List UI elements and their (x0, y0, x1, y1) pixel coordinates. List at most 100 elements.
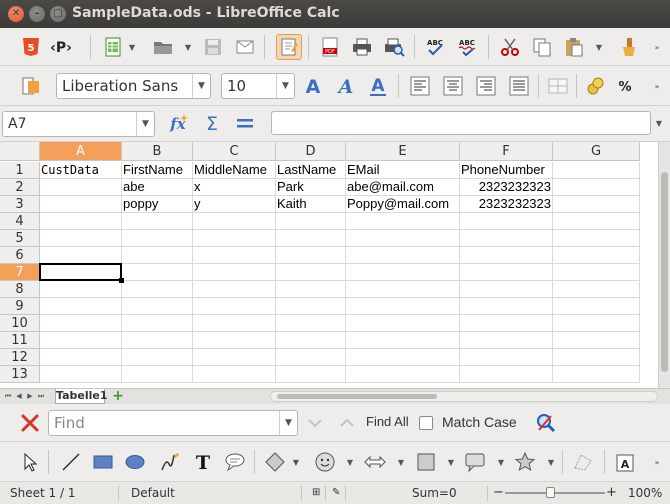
sheet-tab[interactable]: Tabelle1 (55, 389, 108, 404)
cell-a8[interactable] (40, 281, 122, 298)
row-header-10[interactable]: 10 (0, 315, 40, 332)
cell-g8[interactable] (553, 281, 640, 298)
cell-e2[interactable]: abe@mail.com (346, 179, 460, 196)
close-window-button[interactable]: ✕ (8, 6, 24, 22)
cell-c8[interactable] (193, 281, 276, 298)
cell-b6[interactable] (122, 247, 193, 264)
callouts-icon[interactable] (462, 449, 488, 475)
row-header-6[interactable]: 6 (0, 247, 40, 264)
cell-e11[interactable] (346, 332, 460, 349)
cell-b3[interactable]: poppy (122, 196, 193, 213)
cell-g3[interactable] (553, 196, 640, 213)
cell-b11[interactable] (122, 332, 193, 349)
column-header-d[interactable]: D (276, 142, 346, 161)
column-header-a[interactable]: A (40, 142, 122, 161)
cell-a4[interactable] (40, 213, 122, 230)
cell-g13[interactable] (553, 366, 640, 383)
cell-a10[interactable] (40, 315, 122, 332)
chevron-down-icon[interactable]: ▼ (276, 74, 294, 98)
row-header-5[interactable]: 5 (0, 230, 40, 247)
column-header-c[interactable]: C (193, 142, 276, 161)
column-header-b[interactable]: B (122, 142, 193, 161)
cell-b12[interactable] (122, 349, 193, 366)
cell-b13[interactable] (122, 366, 193, 383)
minimize-window-button[interactable]: – (29, 6, 45, 22)
cell-f4[interactable] (460, 213, 553, 230)
cell-a3[interactable] (40, 196, 122, 213)
cell-g6[interactable] (553, 247, 640, 264)
cell-d9[interactable] (276, 298, 346, 315)
cell-d11[interactable] (276, 332, 346, 349)
flowchart-dropdown[interactable]: ▼ (446, 449, 456, 475)
close-find-icon[interactable] (17, 410, 43, 436)
maximize-window-button[interactable]: □ (50, 6, 66, 22)
add-sheet-icon[interactable]: + (108, 389, 128, 403)
cell-a5[interactable] (40, 230, 122, 247)
align-left-icon[interactable] (407, 73, 433, 99)
zoom-slider-handle[interactable] (546, 487, 555, 498)
cell-c12[interactable] (193, 349, 276, 366)
stars-dropdown[interactable]: ▼ (546, 449, 556, 475)
open-folder-icon[interactable] (150, 34, 176, 60)
cell-d7[interactable] (276, 264, 346, 281)
merge-cells-icon[interactable] (545, 73, 571, 99)
cell-c10[interactable] (193, 315, 276, 332)
cell-b7[interactable] (122, 264, 193, 281)
cell-g10[interactable] (553, 315, 640, 332)
vertical-scroll-thumb[interactable] (661, 172, 668, 372)
font-name-combobox[interactable]: Liberation Sans ▼ (56, 73, 211, 99)
ellipse-tool-icon[interactable] (122, 449, 148, 475)
cell-e4[interactable] (346, 213, 460, 230)
row-header-1[interactable]: 1 (0, 162, 40, 179)
cell-e9[interactable] (346, 298, 460, 315)
cell-b5[interactable] (122, 230, 193, 247)
last-sheet-button[interactable]: ⏭ (36, 391, 46, 402)
cell-c1[interactable]: MiddleName (193, 162, 276, 179)
cell-a9[interactable] (40, 298, 122, 315)
underline-icon[interactable]: A (365, 73, 391, 99)
cell-a12[interactable] (40, 349, 122, 366)
cell-a2[interactable] (40, 179, 122, 196)
cell-e3[interactable]: Poppy@mail.com (346, 196, 460, 213)
cell-a11[interactable] (40, 332, 122, 349)
points-icon[interactable] (570, 449, 596, 475)
function-wizard-icon[interactable]: fx (166, 110, 192, 136)
fontwork-icon[interactable]: A (612, 449, 638, 475)
sum-icon[interactable]: Σ (199, 110, 225, 136)
previous-sheet-button[interactable]: ◀ (14, 391, 24, 402)
toolbar-overflow[interactable]: » (652, 73, 662, 99)
find-all-button[interactable]: Find All (366, 409, 409, 435)
text-tool-icon[interactable]: T (190, 449, 216, 475)
row-header-13[interactable]: 13 (0, 366, 40, 383)
cell-b2[interactable]: abe (122, 179, 193, 196)
bold-icon[interactable]: A (300, 73, 326, 99)
chevron-down-icon[interactable]: ▼ (192, 74, 210, 98)
cell-f3[interactable]: 2323232323 (460, 196, 553, 213)
cell-d8[interactable] (276, 281, 346, 298)
cell-b1[interactable]: FirstName (122, 162, 193, 179)
basic-shapes-icon[interactable] (262, 449, 288, 475)
autospellcheck-icon[interactable]: ABC (454, 34, 480, 60)
new-dropdown[interactable]: ▼ (127, 34, 137, 60)
cell-f8[interactable] (460, 281, 553, 298)
cell-e10[interactable] (346, 315, 460, 332)
freeform-tool-icon[interactable] (157, 449, 183, 475)
cell-g11[interactable] (553, 332, 640, 349)
align-center-icon[interactable] (440, 73, 466, 99)
select-arrow-icon[interactable] (17, 449, 43, 475)
edit-mode-icon[interactable] (276, 34, 302, 60)
paste-dropdown[interactable]: ▼ (594, 34, 604, 60)
vertical-scrollbar[interactable] (658, 142, 670, 388)
match-case-checkbox[interactable] (419, 416, 433, 430)
currency-icon[interactable] (582, 73, 608, 99)
cell-f9[interactable] (460, 298, 553, 315)
cell-a13[interactable] (40, 366, 122, 383)
name-box[interactable]: A7 ▼ (2, 111, 155, 137)
flowchart-icon[interactable] (413, 449, 439, 475)
next-sheet-button[interactable]: ▶ (25, 391, 35, 402)
cell-f6[interactable] (460, 247, 553, 264)
expand-formula-icon[interactable]: ▼ (654, 111, 664, 135)
new-spreadsheet-icon[interactable] (100, 34, 126, 60)
cell-f1[interactable]: PhoneNumber (460, 162, 553, 179)
callout-tool-icon[interactable] (222, 449, 248, 475)
